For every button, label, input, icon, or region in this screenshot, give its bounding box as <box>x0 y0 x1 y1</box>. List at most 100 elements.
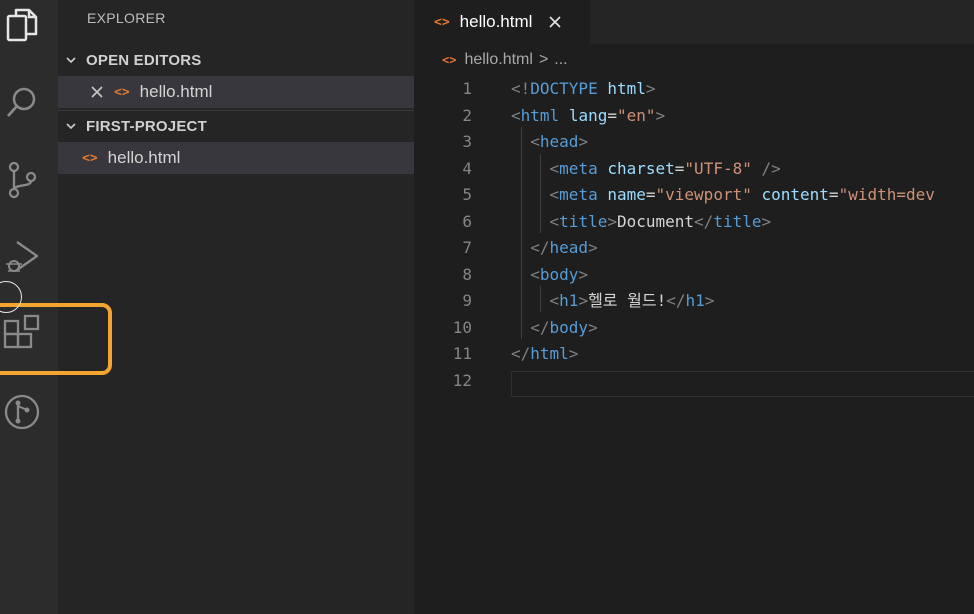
code-line: 7 </head> <box>414 235 974 262</box>
open-editor-item[interactable]: <> hello.html <box>58 76 414 108</box>
code-token: </ <box>694 211 714 231</box>
line-number: 10 <box>452 317 472 337</box>
code-token: 헬로 월드! <box>588 291 667 310</box>
code-token: > <box>588 238 598 257</box>
code-content: <html lang="en"> <box>511 103 665 130</box>
code-token: < <box>549 185 560 204</box>
code-token: > <box>761 211 772 231</box>
code-content: <!DOCTYPE html> <box>511 76 656 103</box>
code-token: charset <box>607 158 675 178</box>
code-token: > <box>588 317 598 337</box>
code-token: meta <box>559 185 598 204</box>
code-token: > <box>645 79 656 98</box>
line-number: 4 <box>462 158 472 178</box>
git-graph-icon[interactable] <box>0 390 44 434</box>
code-token: title <box>559 211 608 231</box>
source-control-icon[interactable] <box>0 158 44 202</box>
project-filename: hello.html <box>107 148 181 167</box>
code-token: "en" <box>616 105 656 125</box>
sidebar-title: EXPLORER <box>87 10 166 26</box>
project-folder-header[interactable]: FIRST-PROJECT <box>58 112 414 140</box>
code-token: > <box>578 264 589 284</box>
code-token: = <box>607 105 617 125</box>
code-content: <meta name="viewport" content="width=dev <box>511 182 935 209</box>
code-token: lang <box>568 105 608 125</box>
code-token: html <box>530 344 569 363</box>
code-token: > <box>704 291 715 310</box>
code-token: content <box>761 185 829 204</box>
code-line: 3 <head> <box>414 129 974 156</box>
chevron-down-icon <box>66 57 76 64</box>
explorer-sidebar: EXPLORER OPEN EDITORS <> hello.html FIRS… <box>58 0 414 614</box>
line-number: 11 <box>452 344 472 363</box>
tab-label: hello.html <box>459 12 533 31</box>
code-token: h1 <box>685 291 705 310</box>
code-content: <title>Document</title> <box>511 209 772 236</box>
code-content: <h1>헬로 월드!</h1> <box>511 288 715 315</box>
breadcrumb-trail[interactable]: ... <box>554 51 567 69</box>
project-folder-label: FIRST-PROJECT <box>86 117 207 135</box>
code-token: <! <box>511 79 531 98</box>
run-debug-icon[interactable] <box>0 234 44 278</box>
code-token: body <box>539 264 579 284</box>
code-token: < <box>549 211 560 231</box>
code-token: head <box>539 132 579 151</box>
code-token: "viewport" <box>655 185 752 204</box>
open-editors-label: OPEN EDITORS <box>86 51 202 69</box>
open-editor-filename: hello.html <box>139 82 213 101</box>
code-content: <head> <box>511 129 588 156</box>
breadcrumb: <> hello.html > ... <box>442 48 568 72</box>
project-file-item[interactable]: <> hello.html <box>58 142 414 174</box>
code-token: html <box>520 105 560 125</box>
open-editors-header[interactable]: OPEN EDITORS <box>58 46 414 74</box>
line-number: 6 <box>462 211 472 231</box>
close-icon[interactable] <box>90 85 104 99</box>
code-token: </ <box>666 291 686 310</box>
code-line: 1 <!DOCTYPE html> <box>414 76 974 103</box>
code-token: > <box>568 344 579 363</box>
chevron-down-icon <box>66 123 76 130</box>
line-number: 1 <box>462 79 472 98</box>
close-icon[interactable] <box>548 15 562 29</box>
breadcrumb-separator: > <box>538 51 549 68</box>
line-number: 9 <box>462 291 472 310</box>
line-number: 12 <box>452 370 472 390</box>
code-line: 10 </body> <box>414 315 974 342</box>
line-number: 7 <box>462 238 472 257</box>
tab-hello-html[interactable]: <> hello.html <box>414 0 590 44</box>
code-line: 12 <box>414 368 974 395</box>
code-token: < <box>511 105 521 125</box>
code-token: > <box>578 132 589 151</box>
code-token: "UTF-8" <box>684 158 752 178</box>
code-line: 6 <title>Document</title> <box>414 209 974 236</box>
editor-tab-bar: <> hello.html <box>414 0 974 44</box>
code-token: html <box>607 79 646 98</box>
code-token: = <box>674 158 685 178</box>
code-token: name <box>607 185 646 204</box>
code-line: 5 <meta name="viewport" content="width=d… <box>414 182 974 209</box>
code-token: DOCTYPE <box>530 79 598 98</box>
breadcrumb-file[interactable]: hello.html <box>464 51 532 69</box>
code-line: 11 </html> <box>414 341 974 368</box>
highlight-box <box>0 303 112 375</box>
code-token: Document <box>616 211 695 231</box>
code-token: /> <box>761 158 781 178</box>
search-icon[interactable] <box>0 80 44 124</box>
code-line: 2 <html lang="en"> <box>414 103 974 130</box>
html-file-icon: <> <box>82 150 98 166</box>
code-token: = <box>828 185 839 204</box>
explorer-icon[interactable] <box>0 4 44 48</box>
code-line: 4 <meta charset="UTF-8" /> <box>414 156 974 183</box>
code-editor[interactable]: 1 <!DOCTYPE html> 2 <html lang="en"> 3 <head… <box>414 74 974 614</box>
code-token: > <box>578 291 589 310</box>
